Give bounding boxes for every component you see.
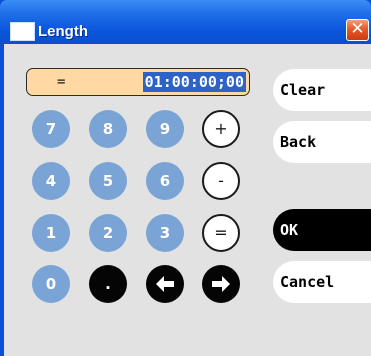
cancel-button[interactable]: Cancel [273,261,371,303]
close-button[interactable]: ✕ [346,19,369,41]
minus-button[interactable]: - [202,162,240,200]
display-operator: = [57,74,66,90]
value-display[interactable]: = 01:00:00;00 [26,68,250,96]
key-2-button[interactable]: 2 [89,214,127,252]
arrow-right-icon [212,276,230,292]
key-3-button[interactable]: 3 [146,214,184,252]
key-8-button[interactable]: 8 [89,110,127,148]
move-right-button[interactable] [202,265,240,303]
arrow-left-icon [156,276,174,292]
key-6-button[interactable]: 6 [146,162,184,200]
plus-button[interactable]: + [202,110,240,148]
key-7-button[interactable]: 7 [32,110,70,148]
move-left-button[interactable] [146,265,184,303]
key-1-button[interactable]: 1 [32,214,70,252]
window-icon [10,22,35,41]
key-5-button[interactable]: 5 [89,162,127,200]
equals-button[interactable]: = [202,214,240,252]
title-bar[interactable]: Length ✕ [0,0,371,44]
display-value[interactable]: 01:00:00;00 [142,72,246,92]
key-0-button[interactable]: 0 [32,265,70,303]
back-button[interactable]: Back [273,121,371,163]
decimal-point-button[interactable]: . [89,265,127,303]
clear-button[interactable]: Clear [273,69,371,111]
key-4-button[interactable]: 4 [32,162,70,200]
window-title: Length [38,23,88,40]
key-9-button[interactable]: 9 [146,110,184,148]
ok-button[interactable]: OK [273,209,371,251]
